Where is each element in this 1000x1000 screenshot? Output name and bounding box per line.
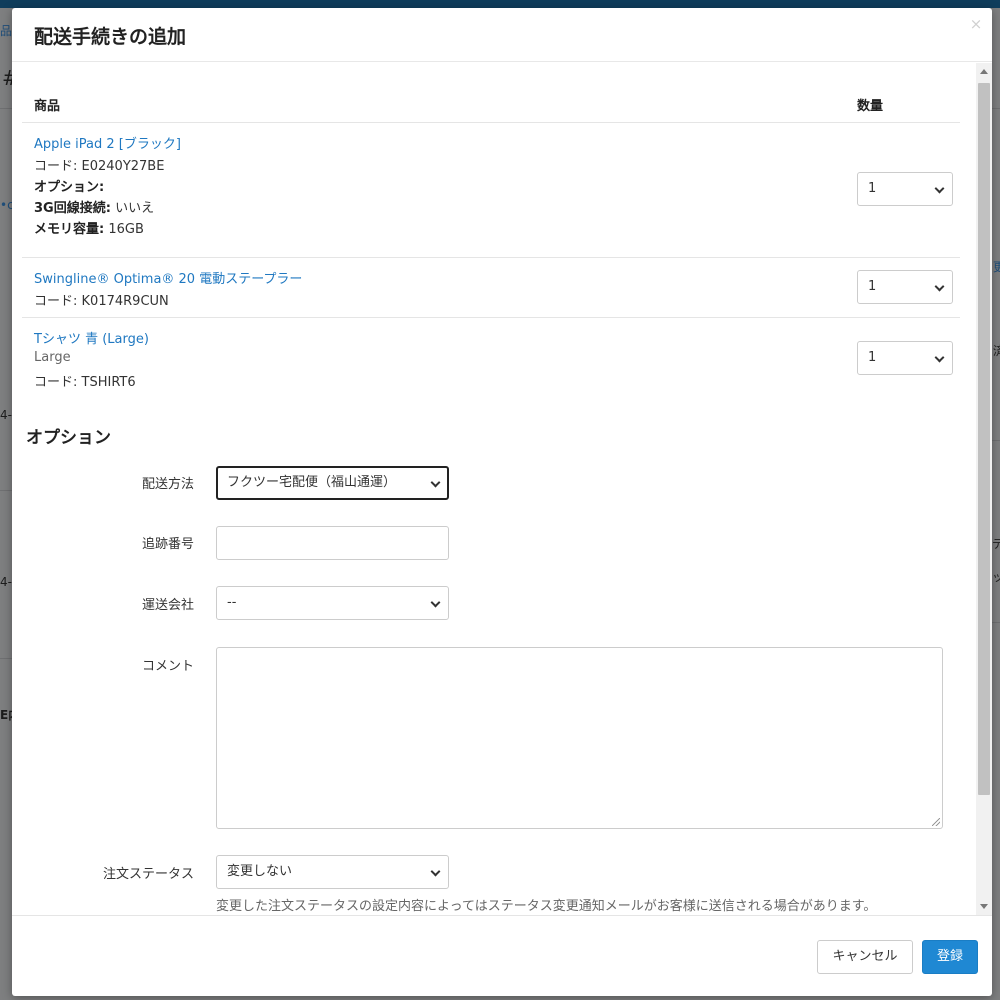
quantity-select[interactable]: 1: [857, 270, 953, 304]
background-text: 4-: [0, 408, 12, 422]
order-status-label: 注文ステータス: [102, 867, 194, 882]
close-icon[interactable]: ×: [968, 16, 984, 32]
modal-body: 商品 数量 Apple iPad 2 [ブラック] コード: E0240Y27B…: [12, 63, 992, 915]
chevron-down-icon: [430, 477, 441, 488]
product-option-label: 3G回線接続:: [34, 201, 111, 216]
product-option-value: 16GB: [108, 222, 144, 237]
tracking-number-input[interactable]: [216, 526, 449, 560]
background-text: テ: [992, 537, 1000, 551]
carrier-select[interactable]: --: [216, 586, 449, 620]
product-options-label: オプション:: [34, 180, 105, 195]
background-divider: [0, 108, 12, 109]
options-section-title: オプション: [26, 428, 111, 448]
chevron-down-icon: [934, 183, 945, 194]
quantity-value: 1: [868, 350, 877, 365]
product-variant: Large: [34, 350, 71, 365]
modal-header: 配送手続きの追加 ×: [12, 8, 992, 62]
submit-button[interactable]: 登録: [922, 940, 978, 974]
product-link[interactable]: Tシャツ 青 (Large): [34, 328, 149, 347]
column-header-product: 商品: [34, 99, 61, 114]
table-header-divider: [22, 122, 960, 123]
background-text: 4-: [0, 575, 12, 589]
app-top-bar: [0, 0, 1000, 8]
cancel-button[interactable]: キャンセル: [817, 940, 913, 974]
product-option-label: メモリ容量:: [34, 222, 105, 237]
background-divider: [992, 108, 1000, 109]
product-link[interactable]: Apple iPad 2 [ブラック]: [34, 133, 181, 152]
product-code-label: コード:: [34, 159, 78, 174]
background-text: 済: [993, 344, 1000, 358]
product-option: 3G回線接続: いいえ: [34, 197, 154, 216]
background-text: 更: [993, 260, 1000, 274]
product-options-heading: オプション:: [34, 176, 104, 195]
modal-title: 配送手続きの追加: [34, 26, 187, 48]
comment-label: コメント: [141, 659, 194, 674]
resize-handle-icon[interactable]: [932, 818, 940, 826]
product-code-value: E0240Y27BE: [81, 159, 165, 174]
product-code-value: TSHIRT6: [81, 375, 136, 390]
add-shipment-modal: 配送手続きの追加 × 商品 数量 Apple iPad 2 [ブラック] コード…: [12, 8, 992, 996]
product-code-value: K0174R9CUN: [81, 294, 169, 309]
table-row-divider: [22, 257, 960, 258]
order-status-select[interactable]: 変更しない: [216, 855, 449, 889]
background-divider: [992, 622, 1000, 623]
background-divider: [0, 658, 12, 659]
scrollbar-thumb[interactable]: [978, 83, 990, 795]
quantity-select[interactable]: 1: [857, 341, 953, 375]
product-link[interactable]: Swingline® Optima® 20 電動ステープラー: [34, 268, 302, 287]
carrier-label: 運送会社: [141, 598, 194, 613]
scroll-down-icon[interactable]: [980, 904, 988, 909]
product-option: メモリ容量: 16GB: [34, 218, 144, 237]
quantity-value: 1: [868, 279, 877, 294]
product-code: コード: E0240Y27BE: [34, 155, 164, 174]
comment-textarea[interactable]: [216, 647, 943, 829]
product-code: コード: K0174R9CUN: [34, 290, 169, 309]
background-text: 品: [0, 24, 13, 38]
tracking-number-label: 追跡番号: [141, 537, 194, 552]
shipping-method-value: フクツー宅配便（福山通運）: [227, 475, 397, 490]
chevron-down-icon: [430, 597, 441, 608]
modal-footer: キャンセル 登録: [12, 915, 992, 996]
background-text: ッ: [992, 570, 1000, 584]
order-status-value: 変更しない: [227, 864, 293, 879]
product-option-value: いいえ: [115, 201, 155, 216]
modal-scrollbar[interactable]: [976, 63, 992, 915]
carrier-value: --: [227, 595, 237, 610]
table-row-divider: [22, 317, 960, 318]
background-divider: [0, 490, 12, 491]
product-code: コード: TSHIRT6: [34, 371, 136, 390]
chevron-down-icon: [934, 352, 945, 363]
column-header-quantity: 数量: [857, 99, 884, 114]
chevron-down-icon: [934, 281, 945, 292]
shipping-method-select[interactable]: フクツー宅配便（福山通運）: [216, 466, 449, 500]
scroll-up-icon[interactable]: [980, 69, 988, 74]
quantity-value: 1: [868, 181, 877, 196]
chevron-down-icon: [430, 866, 441, 877]
product-code-label: コード:: [34, 375, 78, 390]
quantity-select[interactable]: 1: [857, 172, 953, 206]
background-divider: [992, 440, 1000, 441]
product-code-label: コード:: [34, 294, 78, 309]
shipping-method-label: 配送方法: [141, 477, 194, 492]
order-status-help-text: 変更した注文ステータスの設定内容によってはステータス変更通知メールがお客様に送信…: [216, 899, 877, 914]
